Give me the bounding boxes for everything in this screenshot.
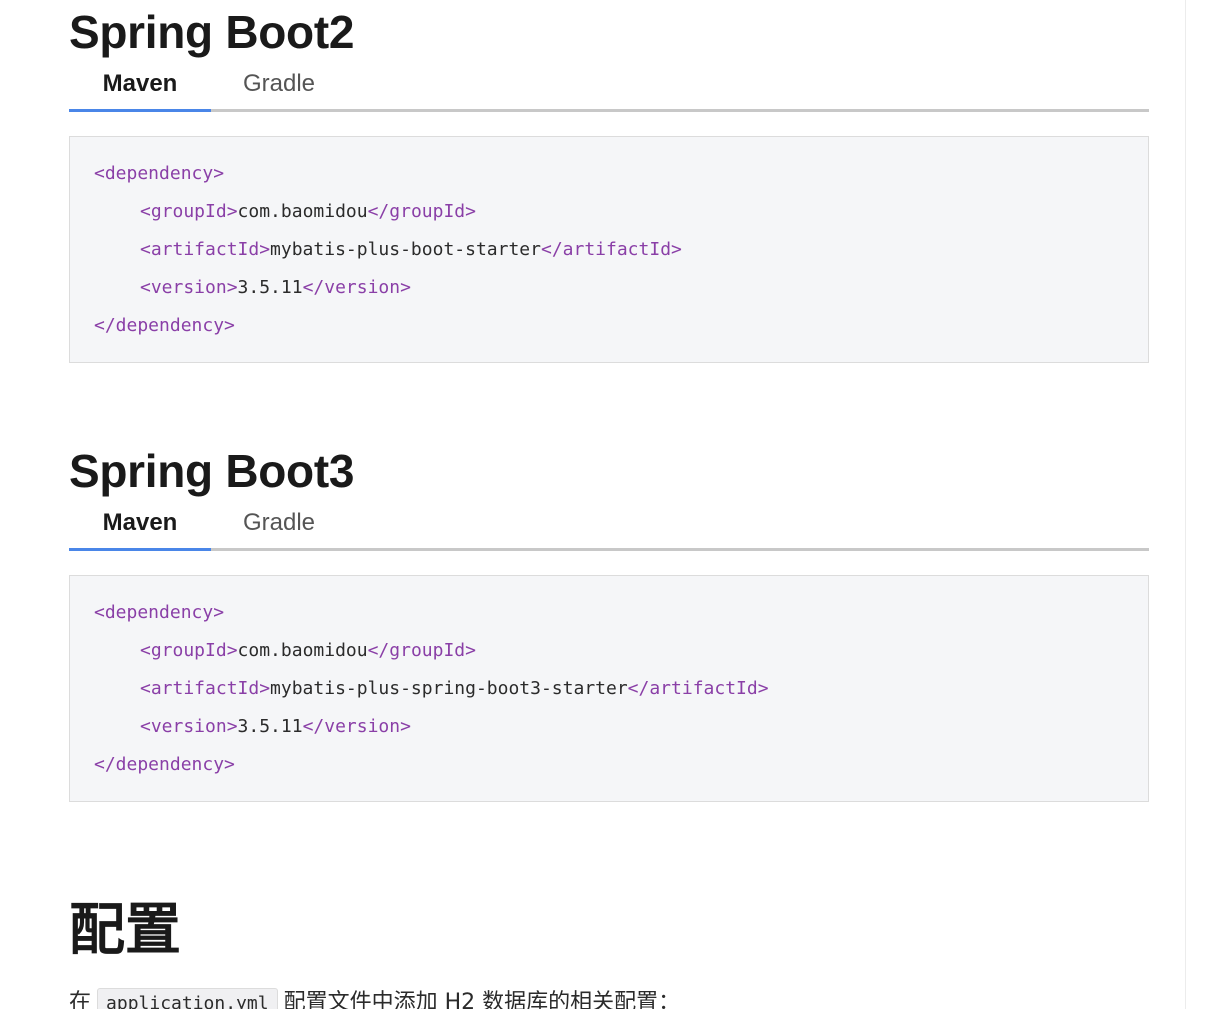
xml-tag: <artifactId> <box>140 678 271 699</box>
xml-tag: </dependency> <box>94 315 235 336</box>
xml-tag: </version> <box>302 716 411 737</box>
code-line: </dependency> <box>94 746 1124 784</box>
tab-maven[interactable]: Maven <box>69 64 211 112</box>
xml-tag: <artifactId> <box>140 239 271 260</box>
section-config: 配置 在 application.yml 配置文件中添加 H2 数据库的相关配置： <box>69 894 1149 1009</box>
xml-tag: <dependency> <box>94 602 225 623</box>
xml-tag: <groupId> <box>140 640 238 661</box>
xml-tag: <dependency> <box>94 163 225 184</box>
tab-gradle[interactable]: Gradle <box>211 64 347 109</box>
scrollbar-track[interactable] <box>1185 0 1186 1009</box>
config-paragraph: 在 application.yml 配置文件中添加 H2 数据库的相关配置： <box>69 988 1149 1009</box>
inline-code: application.yml <box>97 988 278 1009</box>
xml-tag: </artifactId> <box>627 678 769 699</box>
xml-tag: <version> <box>140 277 238 298</box>
code-line: <version>3.5.11</version> <box>94 708 1124 746</box>
section-spring-boot3: Spring Boot3 Maven Gradle <dependency> <… <box>69 439 1149 802</box>
code-line: <groupId>com.baomidou</groupId> <box>94 193 1124 231</box>
xml-value: com.baomidou <box>237 640 368 661</box>
code-line: <groupId>com.baomidou</groupId> <box>94 632 1124 670</box>
code-line: <dependency> <box>94 155 1124 193</box>
section-title: 配置 <box>69 898 181 963</box>
code-line: <artifactId>mybatis-plus-spring-boot3-st… <box>94 670 1124 708</box>
xml-tag: </artifactId> <box>540 239 682 260</box>
tab-gradle[interactable]: Gradle <box>211 503 347 548</box>
xml-tag: </groupId> <box>367 201 476 222</box>
code-line: <artifactId>mybatis-plus-boot-starter</a… <box>94 231 1124 269</box>
xml-value: mybatis-plus-spring-boot3-starter <box>270 678 628 699</box>
build-tool-tabs: Maven Gradle <box>69 503 1149 551</box>
section-title: Spring Boot3 <box>69 445 355 497</box>
code-line: <version>3.5.11</version> <box>94 269 1124 307</box>
xml-tag: <groupId> <box>140 201 238 222</box>
xml-tag: </version> <box>302 277 411 298</box>
code-block[interactable]: <dependency> <groupId>com.baomidou</grou… <box>69 136 1149 363</box>
docs-page: Spring Boot2 Maven Gradle <dependency> <… <box>0 0 1205 1009</box>
build-tool-tabs: Maven Gradle <box>69 64 1149 112</box>
code-block[interactable]: <dependency> <groupId>com.baomidou</grou… <box>69 575 1149 802</box>
code-line: <dependency> <box>94 594 1124 632</box>
xml-tag: </dependency> <box>94 754 235 775</box>
xml-tag: <version> <box>140 716 238 737</box>
xml-value: 3.5.11 <box>237 277 303 298</box>
section-spring-boot2: Spring Boot2 Maven Gradle <dependency> <… <box>69 0 1149 363</box>
code-line: </dependency> <box>94 307 1124 345</box>
xml-value: 3.5.11 <box>237 716 303 737</box>
para-prefix: 在 <box>69 990 92 1009</box>
xml-value: mybatis-plus-boot-starter <box>270 239 541 260</box>
tab-maven[interactable]: Maven <box>69 503 211 551</box>
xml-tag: </groupId> <box>367 640 476 661</box>
para-suffix: 配置文件中添加 H2 数据库的相关配置： <box>283 990 681 1009</box>
xml-value: com.baomidou <box>237 201 368 222</box>
section-title: Spring Boot2 <box>69 6 355 58</box>
